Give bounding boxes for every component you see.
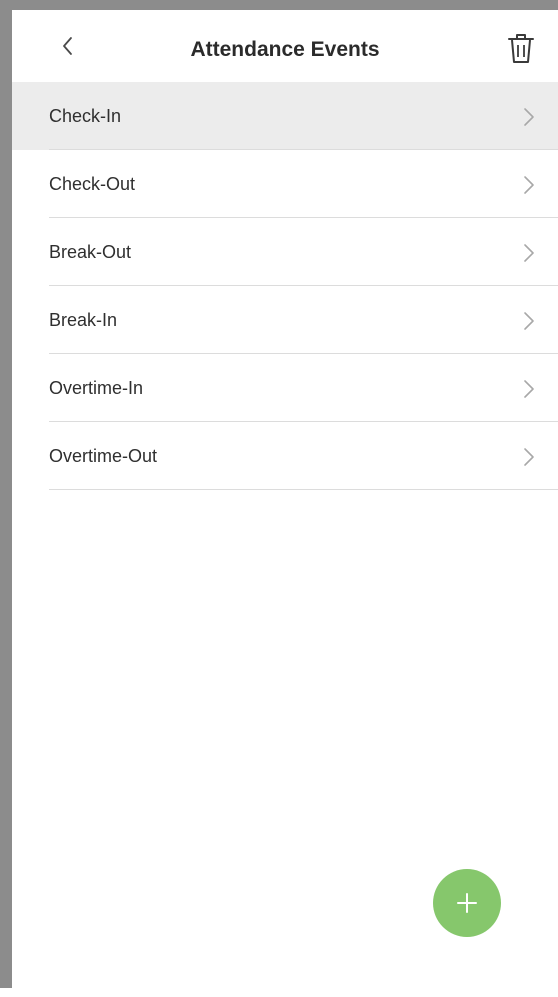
app-screen: Attendance Events Check-In Check-Out Bre… <box>12 10 558 988</box>
divider <box>49 489 558 490</box>
plus-icon <box>457 893 477 913</box>
list-item-label: Check-In <box>49 106 122 126</box>
bottom-edge <box>0 988 558 997</box>
chevron-right-icon <box>524 380 534 398</box>
list-item-check-out[interactable]: Check-Out <box>12 150 558 218</box>
chevron-right-icon <box>524 176 534 194</box>
chevron-right-icon <box>524 312 534 330</box>
chevron-left-icon[interactable] <box>56 34 80 58</box>
page-title: Attendance Events <box>190 38 380 61</box>
chevron-right-icon <box>524 108 534 126</box>
list-item-overtime-out[interactable]: Overtime-Out <box>12 422 558 490</box>
list-item-label: Break-In <box>49 310 118 330</box>
add-event-button[interactable] <box>433 869 501 937</box>
top-app-bar: Attendance Events <box>12 10 558 84</box>
list-item-label: Check-Out <box>49 174 136 194</box>
list-item-break-in[interactable]: Break-In <box>12 286 558 354</box>
list-item-label: Overtime-In <box>49 378 144 398</box>
list-item-break-out[interactable]: Break-Out <box>12 218 558 286</box>
chevron-right-icon <box>524 244 534 262</box>
list-item-overtime-in[interactable]: Overtime-In <box>12 354 558 422</box>
trash-icon[interactable] <box>507 32 535 66</box>
chevron-right-icon <box>524 448 534 466</box>
list-item-check-in[interactable]: Check-In <box>12 82 558 150</box>
attendance-event-list: Check-In Check-Out Break-Out Break-In Ov… <box>12 82 558 490</box>
list-item-label: Break-Out <box>49 242 132 262</box>
list-item-label: Overtime-Out <box>49 446 158 466</box>
